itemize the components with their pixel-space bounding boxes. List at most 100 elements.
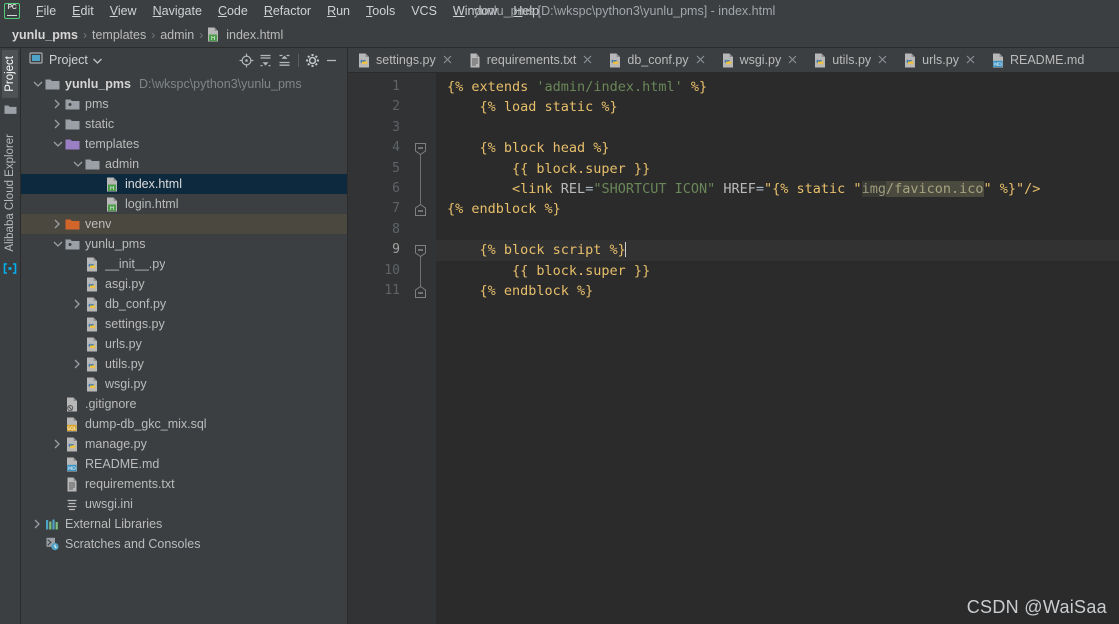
- menu-item-tools[interactable]: Tools: [358, 2, 403, 20]
- workspace: Project Alibaba Cloud Explorer Project y…: [0, 48, 1119, 624]
- tree-row-urls-py[interactable]: urls.py: [21, 334, 347, 354]
- code-folding-column[interactable]: [408, 73, 436, 624]
- project-panel-icon: [29, 51, 43, 70]
- editor-tab-db-conf-py[interactable]: db_conf.py: [599, 48, 711, 72]
- tool-tab-alibaba-cloud-explorer[interactable]: Alibaba Cloud Explorer: [2, 128, 18, 258]
- fold-toggle-icon[interactable]: [415, 203, 426, 217]
- editor-tab-readme-md[interactable]: MD README.md: [982, 48, 1091, 72]
- gear-icon[interactable]: [303, 51, 322, 70]
- breadcrumb-item-yunlu-pms[interactable]: yunlu_pms: [9, 28, 81, 42]
- chevron-down-icon[interactable]: [71, 158, 84, 171]
- chevron-right-icon[interactable]: [51, 118, 64, 131]
- tree-row-templates[interactable]: templates: [21, 134, 347, 154]
- tree-row-dump-db-gkc-mix-sql[interactable]: SQL dump-db_gkc_mix.sql: [21, 414, 347, 434]
- close-icon[interactable]: [878, 53, 887, 67]
- tree-row-yunlu-pms[interactable]: yunlu_pms: [21, 234, 347, 254]
- locate-icon[interactable]: [237, 51, 256, 70]
- chevron-down-icon[interactable]: [51, 238, 64, 251]
- menu-item-vcs[interactable]: VCS: [403, 2, 445, 20]
- code-content[interactable]: {% extends 'admin/index.html' %} {% load…: [436, 73, 1119, 624]
- minimize-icon[interactable]: [322, 51, 341, 70]
- editor-tab-utils-py[interactable]: utils.py: [804, 48, 894, 72]
- tree-row-uwsgi-ini[interactable]: uwsgi.ini: [21, 494, 347, 514]
- tree-row-scratches-and-consoles[interactable]: Scratches and Consoles: [21, 534, 347, 554]
- tree-row-index-html[interactable]: Hindex.html: [21, 174, 347, 194]
- editor-tab-label: settings.py: [376, 53, 436, 67]
- editor-tab-settings-py[interactable]: settings.py: [348, 48, 459, 72]
- close-icon[interactable]: [788, 53, 797, 67]
- fold-gutter-line: [408, 240, 436, 260]
- tree-row--gitignore[interactable]: .gitignore: [21, 394, 347, 414]
- python-file-icon: [357, 53, 371, 68]
- menu-item-run[interactable]: Run: [319, 2, 358, 20]
- menu-item-window[interactable]: Window: [445, 2, 505, 20]
- fold-toggle-icon[interactable]: [415, 285, 426, 298]
- close-icon[interactable]: [583, 53, 592, 67]
- tree-row-db-conf-py[interactable]: db_conf.py: [21, 294, 347, 314]
- fold-toggle-icon[interactable]: [415, 244, 426, 258]
- close-icon[interactable]: [443, 53, 452, 67]
- tree-row-label: manage.py: [85, 437, 147, 451]
- code-token: HREF: [715, 180, 756, 197]
- tree-row-utils-py[interactable]: utils.py: [21, 354, 347, 374]
- menu-item-code[interactable]: Code: [210, 2, 256, 20]
- menu-item-file[interactable]: File: [28, 2, 64, 20]
- tree-row--init-py[interactable]: __init__.py: [21, 254, 347, 274]
- close-icon[interactable]: [696, 53, 705, 67]
- breadcrumb-separator: ›: [199, 27, 204, 42]
- tree-row-manage-py[interactable]: manage.py: [21, 434, 347, 454]
- chevron-right-icon[interactable]: [51, 438, 64, 451]
- tree-row-settings-py[interactable]: settings.py: [21, 314, 347, 334]
- menu-item-refactor[interactable]: Refactor: [256, 2, 319, 20]
- tree-row-label: templates: [85, 137, 140, 151]
- expand-all-icon[interactable]: [256, 51, 275, 70]
- code-line: {% block script %}: [436, 240, 1119, 261]
- chevron-right-icon[interactable]: [51, 98, 64, 111]
- breadcrumb-item-index-html[interactable]: index.html: [223, 28, 286, 42]
- menu-item-view[interactable]: View: [102, 2, 145, 20]
- chevron-down-icon[interactable]: [51, 138, 64, 151]
- python-file-icon: [84, 276, 100, 292]
- tool-tab-project[interactable]: Project: [2, 50, 18, 98]
- menu-item-edit[interactable]: Edit: [64, 2, 102, 20]
- chevron-right-icon[interactable]: [71, 358, 84, 371]
- editor-tab-requirements-txt[interactable]: requirements.txt: [459, 48, 600, 72]
- line-number: 6: [392, 180, 400, 196]
- fold-toggle-icon[interactable]: [415, 142, 426, 156]
- tree-row-asgi-py[interactable]: asgi.py: [21, 274, 347, 294]
- tree-row-requirements-txt[interactable]: requirements.txt: [21, 474, 347, 494]
- python-file-icon: [84, 356, 100, 372]
- menu-item-help[interactable]: Help: [505, 2, 547, 20]
- fold-gutter-line: [408, 118, 436, 138]
- chevron-right-icon[interactable]: [71, 298, 84, 311]
- tree-row-path: D:\wkspc\python3\yunlu_pms: [139, 77, 302, 91]
- gitignore-file-icon: [64, 396, 80, 412]
- chevron-down-icon[interactable]: [92, 51, 102, 69]
- breadcrumb-item-templates[interactable]: templates: [89, 28, 149, 42]
- editor-tab-wsgi-py[interactable]: wsgi.py: [712, 48, 805, 72]
- tree-row-external-libraries[interactable]: External Libraries: [21, 514, 347, 534]
- tree-row-admin[interactable]: admin: [21, 154, 347, 174]
- collapse-all-icon[interactable]: [275, 51, 294, 70]
- tree-row-venv[interactable]: venv: [21, 214, 347, 234]
- tree-row-readme-md[interactable]: MD README.md: [21, 454, 347, 474]
- tree-row-label: db_conf.py: [105, 297, 167, 311]
- chevron-down-icon[interactable]: [31, 78, 44, 91]
- line-number: 7: [392, 201, 400, 217]
- breadcrumb-item-admin[interactable]: admin: [157, 28, 197, 42]
- chevron-right-icon[interactable]: [31, 518, 44, 531]
- tree-row-yunlu-pms[interactable]: yunlu_pms D:\wkspc\python3\yunlu_pms: [21, 74, 347, 94]
- tree-row-static[interactable]: static: [21, 114, 347, 134]
- tree-row-pms[interactable]: pms: [21, 94, 347, 114]
- tree-row-wsgi-py[interactable]: wsgi.py: [21, 374, 347, 394]
- chevron-right-icon[interactable]: [51, 218, 64, 231]
- tree-row-label: static: [85, 117, 115, 131]
- close-icon[interactable]: [966, 53, 975, 67]
- tree-row-login-html[interactable]: Hlogin.html: [21, 194, 347, 214]
- editor-tab-urls-py[interactable]: urls.py: [894, 48, 982, 72]
- code-viewport[interactable]: 1 2 3 4 5 6 7 8 9 10 11 {% extends 'admin/index.ht…: [348, 73, 1119, 624]
- menu-item-navigate[interactable]: Navigate: [145, 2, 210, 20]
